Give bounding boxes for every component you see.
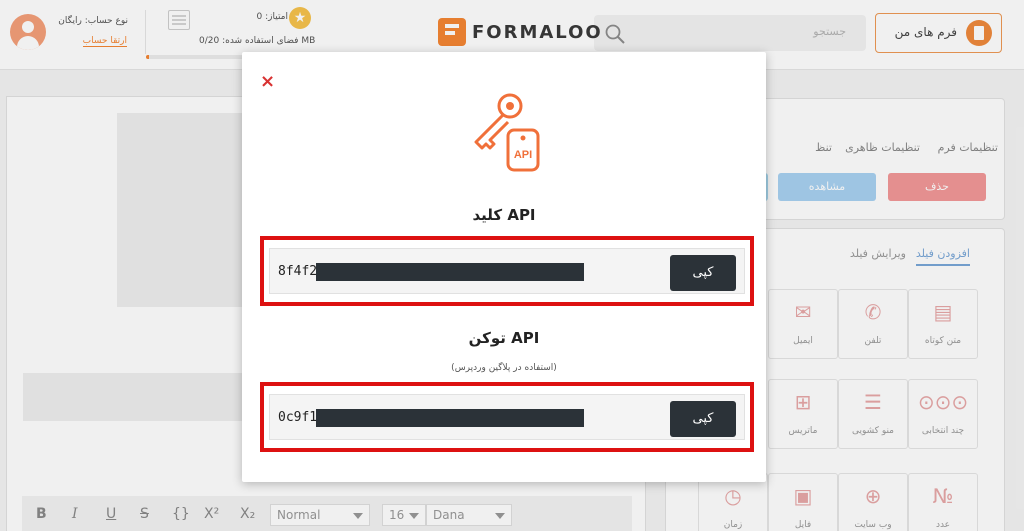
api-key-modal: × API کلید API 8f4f2 کپی توکن API (استفا… [242, 52, 766, 482]
close-icon[interactable]: × [260, 72, 275, 92]
copy-api-key-button[interactable]: کپی [670, 255, 736, 291]
api-key-value: 8f4f2 [278, 264, 318, 279]
copy-api-token-button[interactable]: کپی [670, 401, 736, 437]
api-tag-text: API [514, 149, 532, 161]
api-key-field[interactable]: 8f4f2 کپی [269, 248, 745, 294]
api-token-value: 0c9f1 [278, 410, 318, 425]
api-token-subtitle: (استفاده در پلاگین وردپرس) [451, 363, 557, 373]
api-token-highlight-frame: 0c9f1 کپی [260, 382, 754, 452]
api-key-highlight-frame: 8f4f2 کپی [260, 236, 754, 306]
api-key-title: کلید API [472, 206, 536, 224]
api-token-redaction [316, 409, 584, 427]
api-token-field[interactable]: 0c9f1 کپی [269, 394, 745, 440]
api-token-title: توکن API [468, 329, 540, 347]
api-key-redaction [316, 263, 584, 281]
api-key-icon: API [474, 93, 540, 172]
